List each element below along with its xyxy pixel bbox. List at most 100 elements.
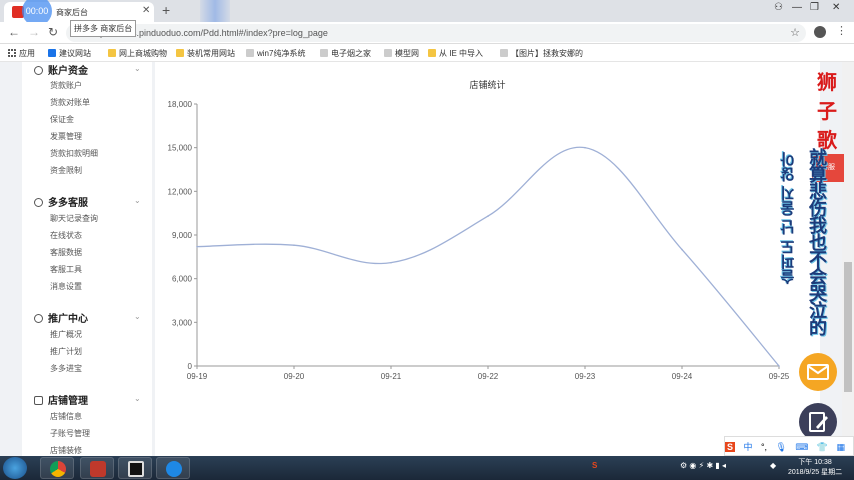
sidebar-item[interactable]: 发票管理 [50,131,82,142]
sidebar-section-service[interactable]: 多多客服 [34,194,88,209]
page-icon [246,49,254,57]
folder-icon [428,49,436,57]
sidebar-item[interactable]: 店铺信息 [50,411,82,422]
bing-icon [48,49,56,57]
sidebar-item[interactable]: 货款扣款明细 [50,148,98,159]
reload-icon[interactable]: ↻ [48,25,58,39]
taskbar-app-4[interactable] [156,457,190,479]
tab-tooltip: 拼多多 商家后台 [70,20,137,37]
data-point [681,248,683,251]
user-icon[interactable]: ⚇ [774,2,783,13]
sogou-icon: S [725,442,736,452]
sidebar-item[interactable]: 资金限制 [50,165,82,176]
tab-title: 商家后台 [56,8,88,17]
x-tick-label: 09-21 [381,372,402,381]
x-tick-label: 09-22 [478,372,499,381]
sidebar-section-store[interactable]: 店铺管理 [34,392,88,407]
page-icon [320,49,328,57]
bookmark-star-icon[interactable]: ☆ [790,26,800,39]
sidebar-section-promotion[interactable]: 推广中心 [34,310,88,325]
data-point [778,365,780,367]
sidebar-item[interactable]: 保证金 [50,114,74,125]
taskbar-app-2[interactable] [80,457,114,479]
sidebar-item[interactable]: 推广计划 [50,346,82,357]
data-point [390,261,392,264]
menu-icon[interactable]: ⋮ [836,24,847,37]
store-icon [34,396,43,405]
sidebar-item[interactable]: 多多进宝 [50,363,82,374]
grid-icon[interactable]: ▦ [837,442,846,452]
bookmark-6[interactable]: 模型网 [384,48,419,59]
chrome-icon [50,461,66,477]
chevron-down-icon: ⌄ [134,394,141,403]
sidebar-item[interactable]: 聊天记录查询 [50,213,98,224]
ime-mode[interactable]: 中 [743,442,752,452]
clock-time: 下午 10:38 [798,459,832,466]
y-tick-label: 6,000 [172,275,193,284]
sidebar-section-funds[interactable]: 账户资金 [34,62,88,77]
close-icon[interactable]: ✕ [142,5,150,16]
bookmark-2[interactable]: 网上商城购物 [108,48,167,59]
sidebar: 账户资金 ⌄ 货款账户 货款对账单 保证金 发票管理 货款扣款明细 资金限制 多… [22,62,152,456]
back-icon[interactable]: ← [8,25,20,39]
data-point [196,245,198,248]
data-point [293,244,295,246]
scrollbar-thumb[interactable] [844,262,852,392]
chevron-down-icon: ⌄ [134,312,141,321]
bookmark-7[interactable]: 从 IE 中导入 [428,48,483,59]
store-stats-chart: 0 3,000 6,000 9,000 12,000 15,000 18,000 09-19 0… [168,100,790,381]
minimize-icon[interactable]: — [792,2,802,13]
windows-start-icon[interactable] [3,457,27,479]
sidebar-item[interactable]: 店铺装修 [50,445,82,456]
folder-icon [108,49,116,57]
ime-toolbar[interactable]: S 中 °, 🎙 ⌨ 👕 ▦ [724,436,854,456]
tab-bar: 商家后台 ✕ 00:00 + ⚇ — ❐ ✕ [0,0,854,26]
sidebar-item[interactable]: 货款账户 [50,80,82,91]
series-line [196,146,780,367]
data-point [584,146,586,149]
sidebar-item[interactable]: 消息设置 [50,281,82,292]
restore-icon[interactable]: ❐ [810,2,819,13]
window-close-icon[interactable]: ✕ [832,2,840,13]
bookmark-5[interactable]: 电子烟之家 [320,48,371,59]
sogou-tray-icon[interactable]: S [592,461,597,470]
bookmark-1[interactable]: 建议网站 [48,48,91,59]
y-tick-label: 12,000 [168,187,193,196]
tray-icons[interactable]: ⚙ ◉ ⚡ ✱ ▮ ◂ [680,461,726,470]
x-tick-label: 09-19 [187,372,208,381]
scrollbar[interactable] [842,62,854,456]
sidebar-item[interactable]: 在线状态 [50,230,82,241]
url-field[interactable]: https://mms.pinduoduo.com/Pdd.html#/inde… [66,24,806,42]
forward-icon[interactable]: → [28,25,40,39]
skin-icon[interactable]: 👕 [817,442,828,452]
chevron-down-icon: ⌄ [134,196,141,205]
bookmark-4[interactable]: win7纯净系统 [246,48,305,59]
taskbar-app-3[interactable] [118,457,152,479]
x-tick-label: 09-24 [672,372,693,381]
taskbar: S ⚙ ◉ ⚡ ✱ ▮ ◂ ◆ 下午 10:38 2018/9/25 星期二 [0,456,854,480]
bookmark-8[interactable]: 【图片】拯救安娜的 [500,48,583,59]
system-clock[interactable]: 下午 10:38 2018/9/25 星期二 [788,458,842,478]
taskbar-chrome[interactable] [40,457,74,479]
mail-button[interactable] [799,353,837,391]
tray-icon[interactable]: ◆ [770,461,776,470]
microphone-icon[interactable]: 🎙 [776,442,787,452]
keyboard-icon[interactable]: ⌨ [795,442,808,452]
bookmark-apps[interactable]: 应用 [8,48,35,59]
decorative-glow [200,0,230,22]
sidebar-item[interactable]: 货款对账单 [50,97,90,108]
ime-symbols[interactable]: °, [761,442,767,452]
y-tick-label: 9,000 [172,231,193,240]
bookmark-3[interactable]: 装机常用网站 [176,48,235,59]
profile-icon[interactable] [814,26,826,38]
wallet-icon [34,66,43,75]
sidebar-item[interactable]: 子账号管理 [50,428,90,439]
overlay-lyrics-chinese: 就算悲伤我也不会哭泣的 [807,148,827,335]
sidebar-item[interactable]: 客服数据 [50,247,82,258]
browser-window: 商家后台 ✕ 00:00 + ⚇ — ❐ ✕ 拼多多 商家后台 ← → ↻ ht… [0,0,854,480]
y-tick-label: 15,000 [168,144,193,153]
sidebar-item[interactable]: 推广概况 [50,329,82,340]
new-tab-button[interactable]: + [162,2,170,18]
sidebar-item[interactable]: 客服工具 [50,264,82,275]
share-icon [34,314,43,323]
